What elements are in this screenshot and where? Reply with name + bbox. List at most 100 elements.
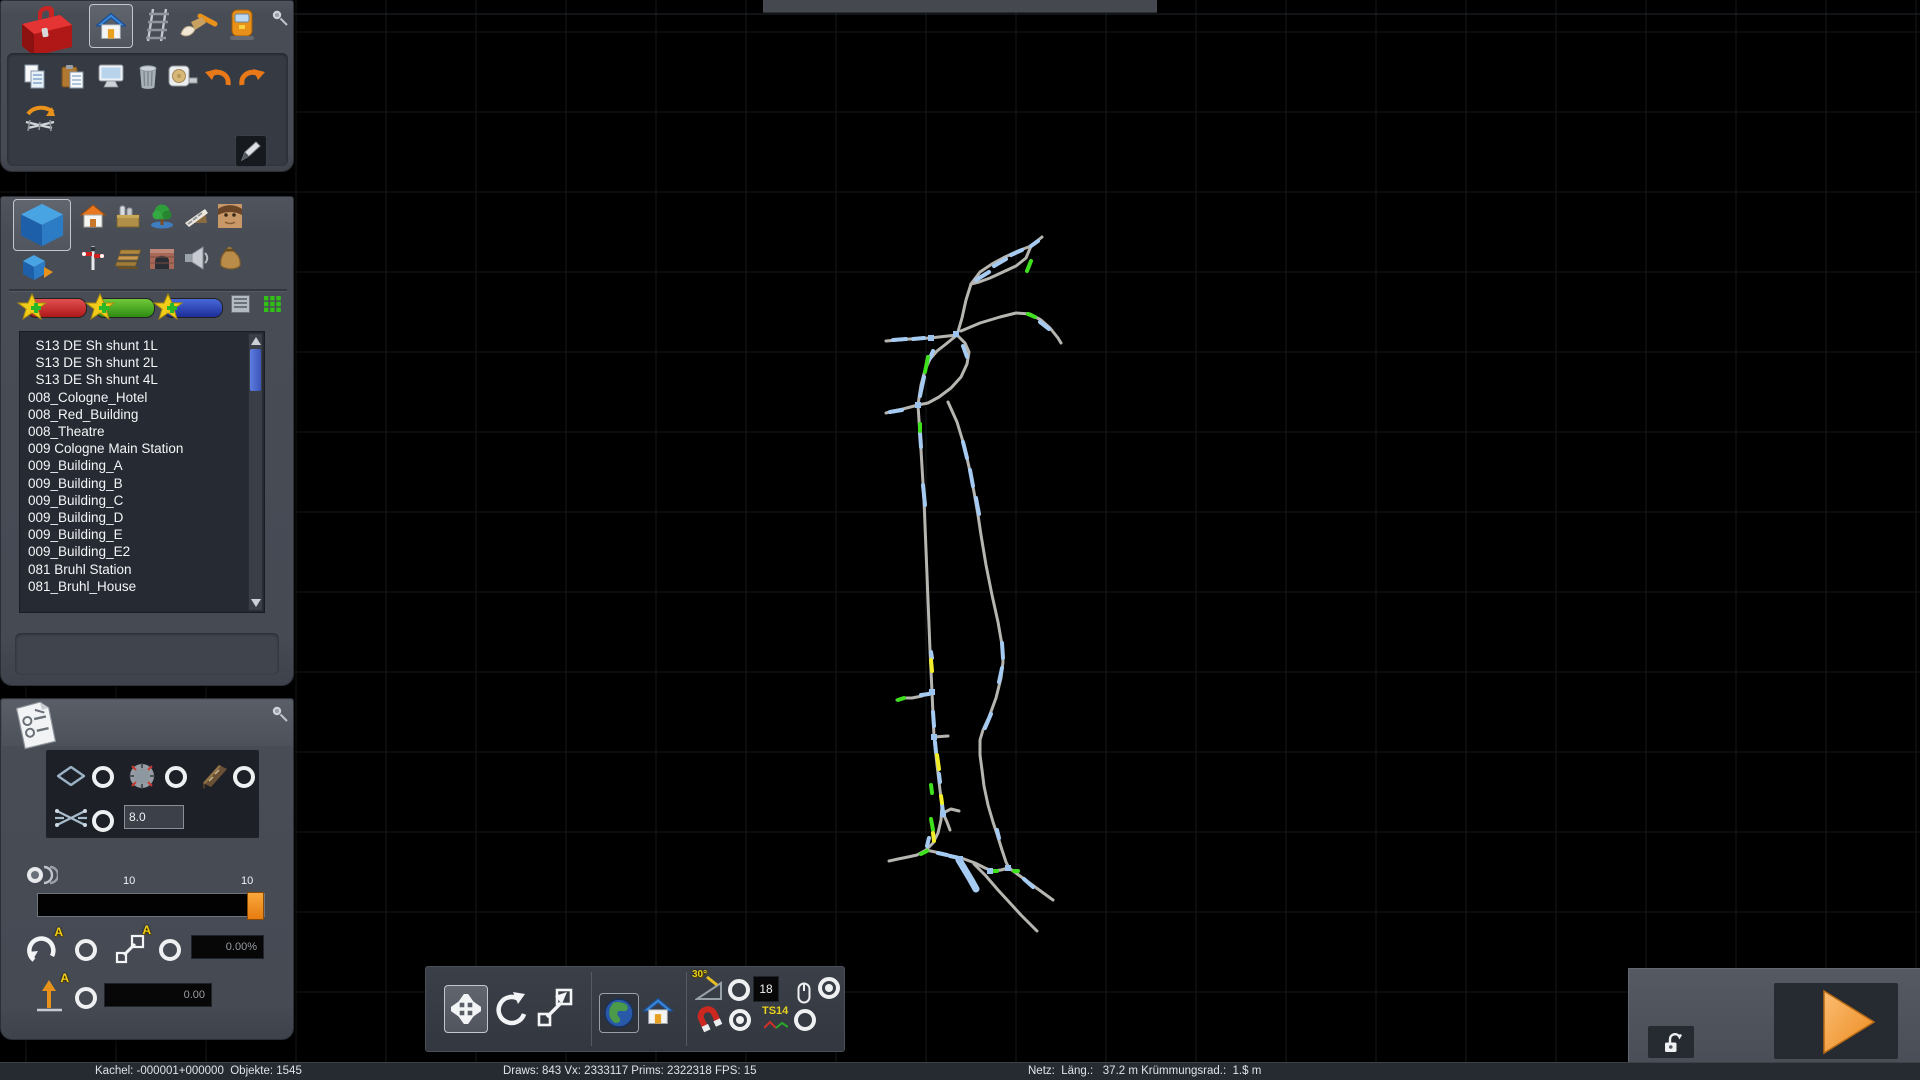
scale-max-label: 10 — [241, 875, 253, 887]
home-icon — [643, 997, 673, 1025]
auto-badge: A — [142, 923, 151, 937]
list-item[interactable]: S13 DE Sh shunt 4L — [20, 371, 248, 388]
category-figures[interactable] — [216, 202, 244, 230]
category-track-objects[interactable] — [182, 202, 210, 230]
height-value-field[interactable]: 0.00 — [104, 983, 212, 1007]
rails-icon — [143, 8, 171, 42]
list-item[interactable]: 008_Theatre — [20, 423, 248, 440]
lock-open-icon[interactable] — [1661, 1031, 1685, 1055]
compass-mode-radio[interactable] — [165, 766, 187, 788]
scale-slider-handle[interactable] — [247, 892, 264, 920]
favorites-red-button[interactable] — [17, 295, 87, 319]
pan-mode-button[interactable] — [444, 985, 488, 1033]
paste-button[interactable] — [59, 63, 87, 91]
rotate-view-button[interactable] — [490, 987, 530, 1031]
tab-paint[interactable] — [177, 9, 219, 41]
tab-cube-export[interactable] — [21, 253, 55, 283]
list-item[interactable]: 081 Bruhl Station — [20, 561, 248, 578]
magnet-radio[interactable] — [729, 1009, 751, 1031]
scroll-up-icon[interactable] — [251, 337, 261, 345]
category-industry[interactable] — [114, 202, 142, 230]
category-buildings[interactable] — [79, 202, 107, 230]
object-list[interactable]: S13 DE Sh shunt 1L S13 DE Sh shunt 2L S1… — [20, 337, 248, 595]
toolbox-button[interactable] — [15, 1, 77, 59]
tab-home-2d[interactable] — [89, 4, 133, 48]
slope-angle-icon[interactable]: 30° — [694, 972, 724, 1004]
pin-icon[interactable] — [269, 703, 289, 723]
object-preview-box — [15, 633, 279, 675]
toolbox-icon — [16, 2, 76, 58]
object-list-scrollbar[interactable] — [248, 333, 263, 611]
category-goods[interactable] — [216, 244, 244, 272]
slope-pencil-button[interactable] — [235, 135, 267, 167]
rotation-value-field[interactable]: 0.00% — [191, 935, 264, 959]
category-bridges[interactable] — [148, 244, 176, 272]
scroll-down-icon[interactable] — [251, 599, 261, 607]
category-splines[interactable] — [114, 244, 142, 272]
auto-move-icon[interactable]: A — [113, 929, 149, 967]
category-vegetation[interactable] — [148, 202, 176, 230]
list-item[interactable]: 009_Building_B — [20, 475, 248, 492]
screenshot-button[interactable] — [97, 63, 125, 91]
plane-mode-icon — [56, 764, 86, 788]
favorites-green-button[interactable] — [85, 295, 155, 319]
tab-tracks[interactable] — [139, 6, 175, 44]
spline-count-input[interactable] — [124, 805, 184, 829]
list-item[interactable]: 009_Building_A — [20, 457, 248, 474]
globe-icon — [603, 997, 635, 1029]
zoom-scale-button[interactable] — [534, 985, 576, 1031]
magnet-snap-icon[interactable] — [694, 1005, 724, 1033]
cube-small-icon — [22, 254, 54, 282]
scroll-thumb[interactable] — [250, 349, 261, 391]
auto-height-icon[interactable]: A — [33, 977, 67, 1013]
undo-button[interactable] — [203, 62, 233, 92]
category-signals[interactable] — [79, 244, 107, 272]
tab-rolling-stock[interactable] — [225, 6, 259, 44]
mouse-radio[interactable] — [818, 977, 840, 999]
track-flip-button[interactable] — [23, 103, 57, 133]
ts-mode-icon[interactable]: TS14 — [760, 1005, 792, 1033]
ts-radio[interactable] — [794, 1009, 816, 1031]
collapsed-top-panel[interactable] — [763, 0, 1157, 13]
home-icon — [96, 12, 126, 40]
crossing-mode-radio[interactable] — [92, 810, 114, 832]
home-view-button[interactable] — [641, 993, 675, 1029]
list-item[interactable]: 008_Cologne_Hotel — [20, 389, 248, 406]
move-cross-icon — [451, 994, 481, 1024]
list-item[interactable]: S13 DE Sh shunt 1L — [20, 337, 248, 354]
camera-toolbar: 30° 18 TS14 — [425, 966, 845, 1052]
road-mode-radio[interactable] — [233, 766, 255, 788]
grid-view-button[interactable] — [261, 293, 283, 315]
redo-button[interactable] — [237, 62, 267, 92]
play-button[interactable] — [1822, 989, 1878, 1055]
auto-badge: A — [60, 971, 69, 985]
scale-slider[interactable] — [37, 893, 265, 917]
list-item[interactable]: 008_Red_Building — [20, 406, 248, 423]
pin-icon[interactable] — [269, 7, 289, 27]
auto-rotate-icon[interactable]: A — [23, 929, 61, 967]
measure-button[interactable] — [167, 63, 199, 91]
height-radio[interactable] — [75, 987, 97, 1009]
move-radio[interactable] — [159, 939, 181, 961]
list-item[interactable]: 081_Bruhl_House — [20, 578, 248, 595]
list-item[interactable]: 009_Building_D — [20, 509, 248, 526]
object-list-container: S13 DE Sh shunt 1L S13 DE Sh shunt 2L S1… — [19, 331, 265, 613]
favorites-blue-button[interactable] — [153, 295, 223, 319]
delete-button[interactable] — [135, 62, 161, 92]
category-sounds[interactable] — [182, 244, 210, 272]
list-item[interactable]: 009 Cologne Main Station — [20, 440, 248, 457]
copy-button[interactable] — [21, 63, 49, 91]
mouse-icon — [796, 981, 812, 1005]
globe-view-button[interactable] — [599, 993, 639, 1033]
list-item[interactable]: 009_Building_C — [20, 492, 248, 509]
slope-radio[interactable] — [728, 979, 750, 1001]
list-item[interactable]: 009_Building_E2 — [20, 543, 248, 560]
list-item[interactable]: S13 DE Sh shunt 2L — [20, 354, 248, 371]
list-item[interactable]: 009_Building_E — [20, 526, 248, 543]
lod-toggle-icon[interactable] — [25, 863, 59, 887]
gradient-field[interactable]: 18 — [753, 976, 779, 1002]
tab-3d-models[interactable] — [13, 199, 71, 251]
rotate-radio[interactable] — [75, 939, 97, 961]
plane-mode-radio[interactable] — [92, 766, 114, 788]
list-view-button[interactable] — [229, 293, 251, 315]
